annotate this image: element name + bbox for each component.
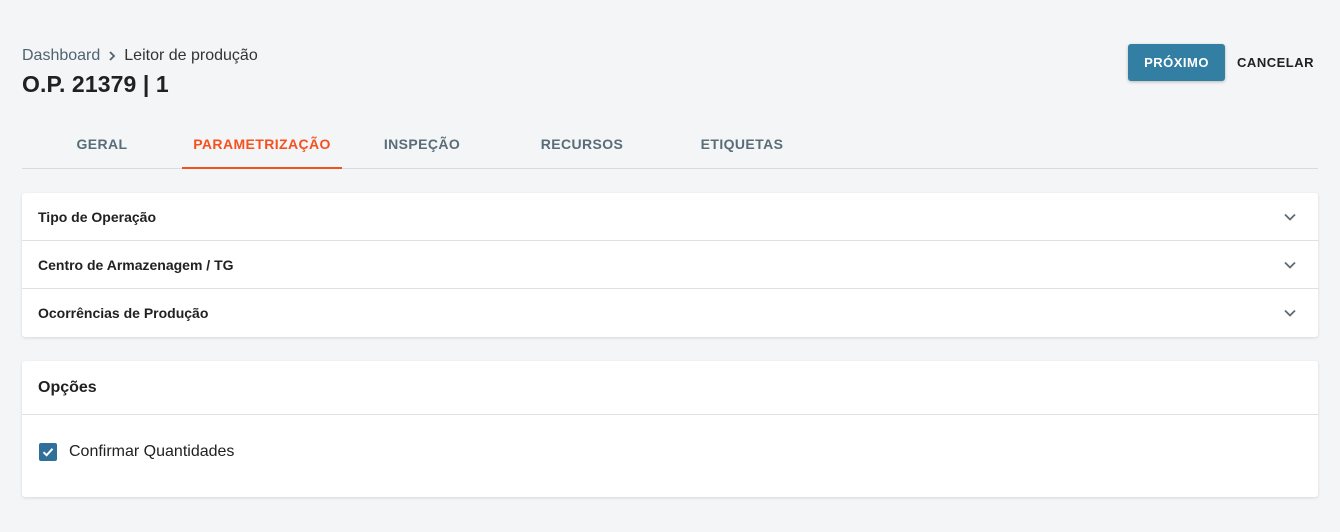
- tab-bar: GERAL PARAMETRIZAÇÃO INSPEÇÃO RECURSOS E…: [22, 120, 1318, 169]
- confirm-quantities-label: Confirmar Quantidades: [69, 443, 235, 460]
- chevron-down-icon[interactable]: [1280, 255, 1300, 275]
- options-card: Opções Confirmar Quantidades: [22, 361, 1318, 497]
- accordion-ocorrencias-producao[interactable]: Ocorrências de Produção: [22, 289, 1318, 337]
- cancel-button[interactable]: CANCELAR: [1225, 44, 1322, 81]
- chevron-down-icon[interactable]: [1280, 303, 1300, 323]
- tab-recursos[interactable]: RECURSOS: [502, 120, 662, 168]
- header-actions: PRÓXIMO CANCELAR: [1128, 44, 1322, 81]
- chevron-down-icon[interactable]: [1280, 207, 1300, 227]
- chevron-right-icon: [100, 46, 124, 66]
- confirm-quantities-checkbox[interactable]: [39, 443, 57, 461]
- confirm-quantities-option[interactable]: Confirmar Quantidades: [22, 443, 1318, 461]
- parameters-accordion: Tipo de Operação Centro de Armazenagem /…: [22, 193, 1318, 337]
- breadcrumb: Dashboard Leitor de produção: [22, 46, 258, 66]
- page-header: Dashboard Leitor de produção O.P. 21379 …: [22, 46, 258, 98]
- tab-geral[interactable]: GERAL: [22, 120, 182, 168]
- options-title: Opções: [22, 361, 1318, 415]
- accordion-label: Tipo de Operação: [38, 208, 156, 225]
- accordion-label: Ocorrências de Produção: [38, 305, 209, 321]
- tab-inspecao[interactable]: INSPEÇÃO: [342, 120, 502, 168]
- tab-etiquetas[interactable]: ETIQUETAS: [662, 120, 822, 168]
- tab-parametrizacao[interactable]: PARAMETRIZAÇÃO: [182, 120, 342, 169]
- accordion-label: Centro de Armazenagem / TG: [38, 256, 234, 273]
- breadcrumb-current: Leitor de produção: [124, 47, 258, 64]
- accordion-tipo-operacao[interactable]: Tipo de Operação: [22, 193, 1318, 241]
- checkmark-icon: [42, 448, 54, 457]
- breadcrumb-dashboard-link[interactable]: Dashboard: [22, 47, 100, 65]
- page-title: O.P. 21379 | 1: [22, 71, 169, 97]
- next-button[interactable]: PRÓXIMO: [1128, 44, 1226, 81]
- accordion-centro-armazenagem[interactable]: Centro de Armazenagem / TG: [22, 241, 1318, 289]
